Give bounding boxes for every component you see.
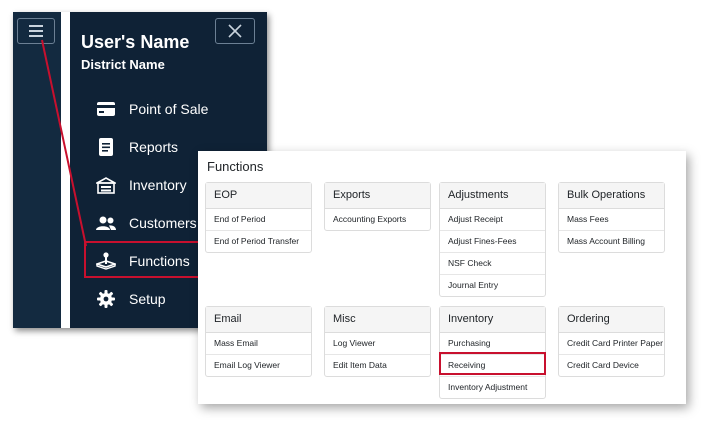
functions-highlight-box xyxy=(84,241,206,278)
function-item[interactable]: Adjust Receipt xyxy=(440,209,545,231)
inventory-icon xyxy=(95,174,117,196)
group-title: Exports xyxy=(325,183,430,209)
user-name: User's Name xyxy=(81,32,190,52)
reports-icon xyxy=(95,136,117,158)
point-of-sale-icon xyxy=(95,98,117,120)
function-item[interactable]: Log Viewer xyxy=(325,333,430,355)
nav-divider xyxy=(61,12,70,328)
function-item[interactable]: Edit Item Data xyxy=(325,355,430,376)
group-title: Email xyxy=(206,307,311,333)
group-card-eop: EOP End of Period End of Period Transfer xyxy=(205,182,312,253)
group-title: Inventory xyxy=(440,307,545,333)
hamburger-line xyxy=(29,30,43,32)
group-card-email: Email Mass Email Email Log Viewer xyxy=(205,306,312,377)
function-item[interactable]: Mass Fees xyxy=(559,209,664,231)
nav-item-label: Customers xyxy=(129,215,197,231)
function-item[interactable]: Accounting Exports xyxy=(325,209,430,230)
function-item[interactable]: Email Log Viewer xyxy=(206,355,311,376)
group-title: Bulk Operations xyxy=(559,183,664,209)
group-title: Ordering xyxy=(559,307,664,333)
nav-item-label: Reports xyxy=(129,139,179,155)
hamburger-menu-button[interactable] xyxy=(17,18,55,44)
nav-item-point-of-sale[interactable]: Point of Sale xyxy=(85,91,265,127)
function-item[interactable]: Credit Card Device xyxy=(559,355,664,376)
group-card-bulk-operations: Bulk Operations Mass Fees Mass Account B… xyxy=(558,182,665,253)
function-item[interactable]: Credit Card Printer Paper xyxy=(559,333,664,355)
function-item[interactable]: End of Period Transfer xyxy=(206,231,311,252)
group-title: Adjustments xyxy=(440,183,545,209)
nav-item-label: Point of Sale xyxy=(129,101,209,117)
district-name: District Name xyxy=(81,57,165,72)
nav-rail xyxy=(13,12,61,328)
function-item[interactable]: Inventory Adjustment xyxy=(440,377,545,398)
nav-item-label: Setup xyxy=(129,291,166,307)
hamburger-line xyxy=(29,35,43,37)
group-card-misc: Misc Log Viewer Edit Item Data xyxy=(324,306,431,377)
group-card-ordering: Ordering Credit Card Printer Paper Credi… xyxy=(558,306,665,377)
functions-title: Functions xyxy=(207,159,264,174)
function-item[interactable]: Journal Entry xyxy=(440,275,545,296)
function-item[interactable]: NSF Check xyxy=(440,253,545,275)
group-title: Misc xyxy=(325,307,430,333)
function-item[interactable]: End of Period xyxy=(206,209,311,231)
functions-panel: Functions EOP End of Period End of Perio… xyxy=(198,151,686,404)
hamburger-line xyxy=(29,25,43,27)
nav-item-label: Inventory xyxy=(129,177,187,193)
close-icon xyxy=(228,24,242,38)
setup-icon xyxy=(95,288,117,310)
group-card-exports: Exports Accounting Exports xyxy=(324,182,431,231)
customers-icon xyxy=(95,212,117,234)
group-card-adjustments: Adjustments Adjust Receipt Adjust Fines-… xyxy=(439,182,546,297)
function-item[interactable]: Mass Account Billing xyxy=(559,231,664,252)
function-item[interactable]: Mass Email xyxy=(206,333,311,355)
function-item[interactable]: Adjust Fines-Fees xyxy=(440,231,545,253)
group-title: EOP xyxy=(206,183,311,209)
receiving-highlight-box xyxy=(439,352,546,375)
close-button[interactable] xyxy=(215,18,255,44)
